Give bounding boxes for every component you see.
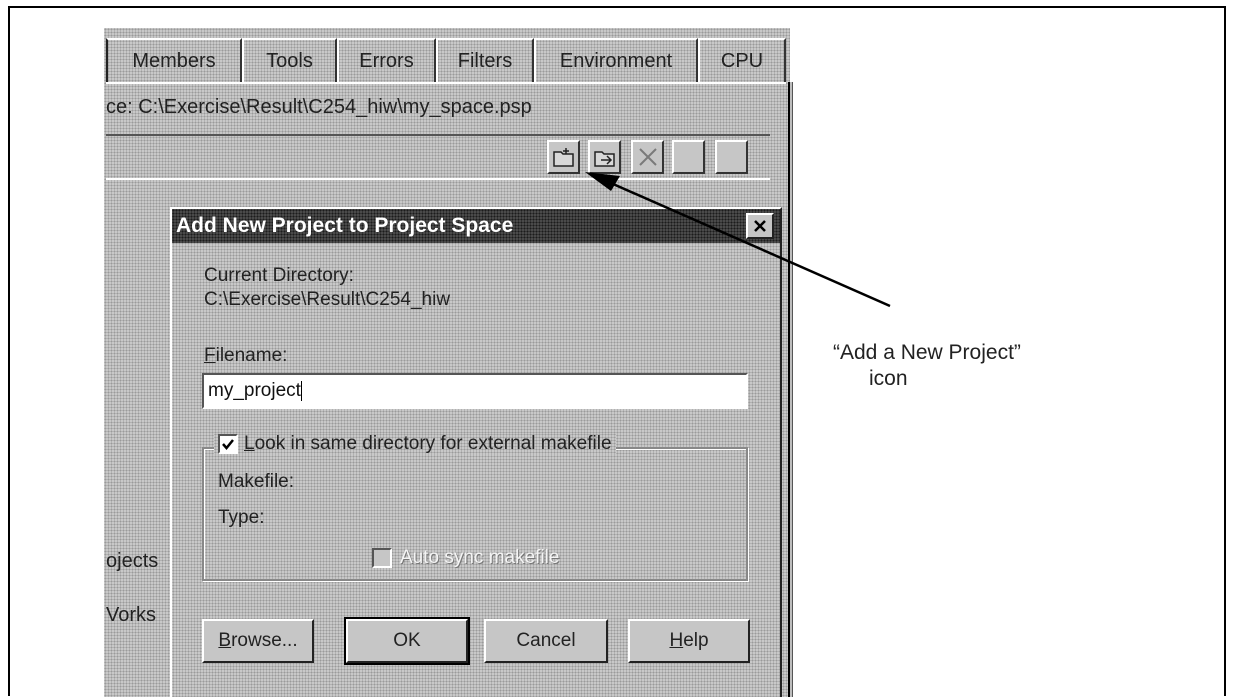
annotation-label: “Add a New Project” icon	[833, 340, 1021, 392]
annotation-line-1: “Add a New Project”	[833, 341, 1021, 364]
annotation-arrow	[585, 172, 891, 308]
annotation-line-2: icon	[869, 367, 908, 390]
